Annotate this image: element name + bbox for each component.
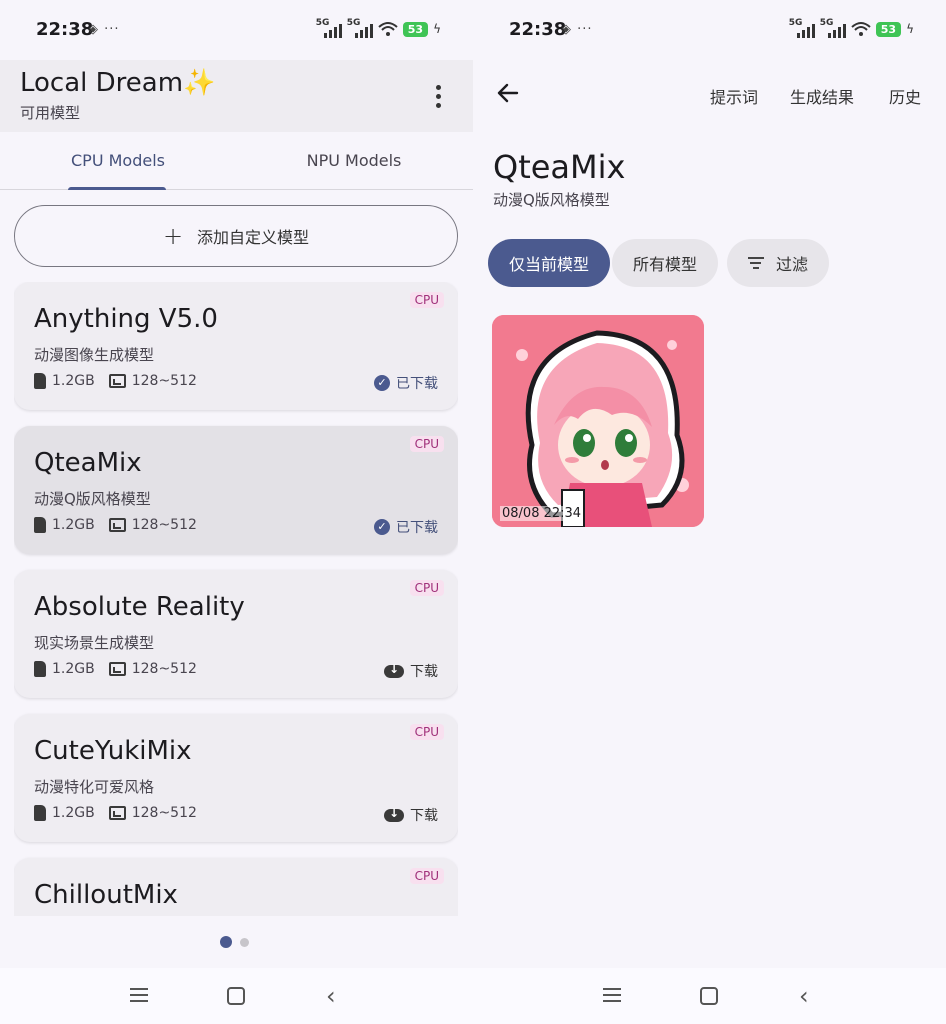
model-resolution: 128~512: [131, 661, 197, 677]
cloud-download-icon: [384, 662, 404, 678]
downloaded-status: ✓ 已下载: [374, 373, 438, 393]
battery-indicator: 53: [402, 21, 429, 37]
status-bar: 22:38 ◈ ··· 5G 5G 53 ϟ: [0, 0, 473, 60]
model-card[interactable]: CPU CuteYukiMix 动漫特化可爱风格 1.2GB 128~512 下…: [14, 714, 458, 842]
model-size: 1.2GB: [52, 373, 95, 389]
app-title: Local Dream✨: [20, 68, 216, 98]
generated-image-thumbnail[interactable]: 08/08 22:34: [492, 315, 704, 527]
system-nav-bar: ‹: [0, 968, 473, 1024]
tab-npu-models[interactable]: NPU Models: [236, 132, 472, 190]
plus-icon: +: [162, 222, 184, 250]
model-list-screen: 22:38 ◈ ··· 5G 5G 53 ϟ Local Dream✨ 可用模型…: [0, 0, 473, 1024]
check-circle-icon: ✓: [374, 375, 390, 391]
signal-icon: 5G: [316, 18, 342, 38]
model-name: ChilloutMix: [34, 880, 178, 910]
model-resolution: 128~512: [131, 805, 197, 821]
chibi-girl-image: [492, 315, 704, 527]
cloud-download-icon: [384, 806, 404, 822]
tab-cpu-models[interactable]: CPU Models: [0, 132, 236, 190]
model-name: QteaMix: [34, 448, 142, 478]
add-custom-model-button[interactable]: + 添加自定义模型: [14, 205, 458, 267]
model-resolution: 128~512: [131, 517, 197, 533]
model-description: 动漫Q版风格模型: [34, 490, 151, 508]
back-arrow-icon[interactable]: [495, 80, 521, 106]
back-nav-icon[interactable]: ‹: [326, 982, 336, 1010]
model-name: CuteYukiMix: [34, 736, 192, 766]
status-right-icons: 5G 5G 53 ϟ: [789, 18, 914, 38]
storage-icon: [34, 517, 46, 533]
status-time: 22:38: [509, 19, 567, 40]
app-bar: Local Dream✨ 可用模型: [0, 60, 473, 132]
status-bar: 22:38 ◈ ··· 5G 5G 53 ϟ: [473, 0, 946, 60]
tab-results[interactable]: 生成结果: [790, 84, 854, 108]
resolution-icon: [108, 518, 126, 532]
back-nav-icon[interactable]: ‹: [799, 982, 809, 1010]
model-card[interactable]: CPU ChilloutMix: [14, 858, 458, 916]
model-tabs: CPU Models NPU Models: [0, 132, 473, 190]
model-subtitle: 动漫Q版风格模型: [493, 191, 610, 209]
signal-icon: 5G: [789, 18, 815, 38]
storage-icon: [34, 805, 46, 821]
model-name: Anything V5.0: [34, 304, 218, 334]
downloaded-status: ✓ 已下载: [374, 517, 438, 537]
cpu-badge: CPU: [409, 436, 444, 452]
storage-icon: [34, 661, 46, 677]
model-resolution: 128~512: [131, 373, 197, 389]
status-extra-icons: ◈ ···: [88, 22, 120, 37]
storage-icon: [34, 373, 46, 389]
image-timestamp: 08/08 22:34: [500, 506, 584, 521]
app-subtitle: 可用模型: [20, 104, 81, 122]
filter-current-model-chip[interactable]: 仅当前模型: [488, 239, 610, 287]
status-extra-icons: ◈ ···: [561, 22, 593, 37]
filter-button[interactable]: 过滤: [727, 239, 829, 287]
model-list: CPU Anything V5.0 动漫图像生成模型 1.2GB 128~512…: [14, 282, 458, 916]
resolution-icon: [108, 806, 126, 820]
tab-history[interactable]: 历史: [889, 84, 921, 108]
model-title: QteaMix: [493, 148, 626, 186]
model-card[interactable]: CPU QteaMix 动漫Q版风格模型 1.2GB 128~512 ✓ 已下载: [14, 426, 458, 554]
filter-icon: [747, 257, 764, 269]
filter-all-models-chip[interactable]: 所有模型: [612, 239, 718, 287]
charging-icon: ϟ: [906, 22, 914, 36]
model-description: 动漫特化可爱风格: [34, 778, 155, 796]
check-circle-icon: ✓: [374, 519, 390, 535]
recent-apps-icon[interactable]: [603, 988, 621, 1002]
status-time: 22:38: [36, 19, 94, 40]
history-screen: 22:38 ◈ ··· 5G 5G 53 ϟ 提示词 生成结果 历史 QteaM…: [473, 0, 946, 1024]
download-button[interactable]: 下载: [384, 805, 438, 825]
model-description: 动漫图像生成模型: [34, 346, 155, 364]
cpu-badge: CPU: [409, 292, 444, 308]
signal-icon: 5G: [347, 18, 373, 38]
cpu-badge: CPU: [409, 580, 444, 596]
resolution-icon: [108, 662, 126, 676]
model-size: 1.2GB: [52, 661, 95, 677]
recent-apps-icon[interactable]: [130, 988, 148, 1002]
system-nav-bar: ‹: [473, 968, 946, 1024]
more-options-icon[interactable]: [427, 80, 449, 112]
page-indicator: [220, 936, 249, 948]
cpu-badge: CPU: [409, 868, 444, 884]
model-size: 1.2GB: [52, 517, 95, 533]
status-right-icons: 5G 5G 53 ϟ: [316, 18, 441, 38]
model-name: Absolute Reality: [34, 592, 245, 622]
download-button[interactable]: 下载: [384, 661, 438, 681]
model-size: 1.2GB: [52, 805, 95, 821]
model-description: 现实场景生成模型: [34, 634, 155, 652]
model-card[interactable]: CPU Absolute Reality 现实场景生成模型 1.2GB 128~…: [14, 570, 458, 698]
home-icon[interactable]: [700, 987, 718, 1005]
model-card[interactable]: CPU Anything V5.0 动漫图像生成模型 1.2GB 128~512…: [14, 282, 458, 410]
wifi-icon: [378, 22, 398, 36]
top-bar: 提示词 生成结果 历史: [473, 60, 946, 130]
signal-icon: 5G: [820, 18, 846, 38]
tab-prompt[interactable]: 提示词: [710, 84, 758, 108]
home-icon[interactable]: [227, 987, 245, 1005]
battery-indicator: 53: [875, 21, 902, 37]
charging-icon: ϟ: [433, 22, 441, 36]
resolution-icon: [108, 374, 126, 388]
wifi-icon: [851, 22, 871, 36]
cpu-badge: CPU: [409, 724, 444, 740]
